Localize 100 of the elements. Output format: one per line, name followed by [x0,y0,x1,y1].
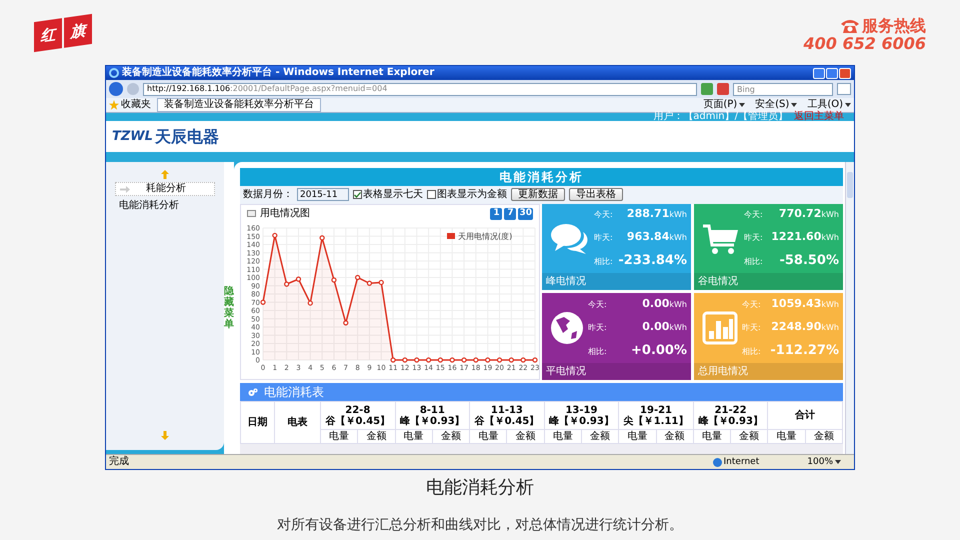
checkbox-label: 表格显示七天 [363,190,423,200]
checkbox-label: 图表显示为金额 [437,190,507,200]
security-zone: Internet [724,458,760,466]
toolbar-button[interactable]: 导出表格 [569,188,623,202]
stat-unit: kWh [821,232,839,244]
hotline-label: 服务热线 [862,18,926,34]
globe-icon [712,458,722,466]
stat-value: -58.50% [779,252,839,270]
caret-icon [739,103,746,107]
table-header: 合计 [768,402,842,430]
browser-tab[interactable]: 装备制造业设备能耗效率分析平台 [157,98,321,112]
command-menu[interactable]: 安全(S) [755,100,798,110]
data-point [366,280,372,286]
caret-icon [791,103,798,107]
stat-unit: kWh [669,209,687,222]
stat-label: 今天: [742,299,761,312]
stat-label: 今天: [588,299,607,312]
maximize-button[interactable] [826,68,838,78]
table-title: 电能消耗表 [264,384,324,402]
url-path: :20001/DefaultPage.aspx?menuid=004 [230,83,388,95]
stat-value: 770.72 [778,206,822,222]
table-header: 11-13 谷【￥0.45】 [470,402,544,430]
stat-value: -233.84% [618,252,687,270]
telephone-icon [840,18,860,34]
globe-icon [550,311,584,346]
stat-value: 963.84 [626,228,670,245]
star-icon [109,100,119,110]
sidebar-item[interactable]: 耗能分析 [115,182,215,196]
data-point [284,281,290,287]
sidebar-item[interactable]: 电能消耗分析 [115,199,215,213]
data-point [378,280,384,285]
status-text: 完成 [109,457,129,467]
address-field[interactable]: http://192.168.1.106:20001/DefaultPage.aspx?menuid=004 [143,82,697,96]
search-button[interactable] [837,83,851,95]
tile-label: 谷电情况 [698,274,738,290]
stat-unit: kWh [821,322,839,334]
stat-label: 昨天: [588,322,607,334]
data-point [355,274,360,280]
stat-value: 2248.90 [771,318,822,335]
panel-title: 电能消耗分析 [500,169,584,186]
table-header: 13-19 峰【￥0.93】 [544,402,619,430]
company-name: 天辰电器 [154,126,219,148]
command-menu[interactable]: 页面(P) [703,100,746,110]
speech-bubbles-icon [550,222,590,256]
stat-label: 相比: [742,346,761,358]
minimize-button[interactable] [813,68,825,78]
shopping-cart-icon [702,222,740,255]
up-arrow-icon [161,170,169,179]
checkbox[interactable] [353,190,362,200]
window-title: 装备制造业设备能耗效率分析平台 - Windows Internet Explorer [122,68,434,78]
caret-icon [845,103,851,107]
tile-label: 峰电情况 [546,274,586,290]
search-field[interactable]: Bing [733,82,833,96]
close-button[interactable] [839,68,851,78]
stat-value: -112.27% [770,342,839,360]
stat-value: 1059.43 [771,296,822,312]
stat-label: 昨天: [744,232,763,244]
arrow-icon [120,186,130,192]
stat-unit: kWh [669,322,687,334]
toolbar-button[interactable]: 更新数据 [511,188,565,202]
stat-value: 0.00 [642,318,670,335]
range-button[interactable]: 30 [518,208,533,220]
chart-icon [247,210,256,218]
zoom-control[interactable]: 100% [807,458,841,466]
data-point [308,300,313,306]
logo-character: 红 [34,18,62,52]
back-button[interactable] [109,82,123,96]
tile-label: 平电情况 [546,364,586,380]
table-header: 21-22 峰【￥0.93】 [693,402,768,430]
down-arrow-icon [161,431,169,440]
range-button[interactable]: 7 [504,208,516,220]
user-info: 用户：【admin】/【管理员】 [653,112,788,122]
caption-text: 对所有设备进行汇总分析和曲线对比，对总体情况进行统计分析。 [277,516,683,535]
stat-unit: kWh [669,232,687,244]
month-field[interactable]: 2015-11 [297,188,349,202]
stat-label: 今天: [594,209,613,222]
stat-label: 相比: [588,346,607,358]
caret-icon [835,460,841,464]
table-header: 22-8 谷【￥0.45】 [320,402,396,430]
stat-label: 相比: [594,256,613,268]
logo-character: 旗 [64,14,92,48]
stat-label: 今天: [744,209,763,222]
stat-unit: kWh [669,299,687,312]
hide-menu-toggle[interactable]: 隐藏菜单 [224,286,234,330]
command-menu[interactable]: 工具(O) [807,100,851,110]
legend-label: 天用电情况(度) [458,232,512,241]
stat-label: 相比: [744,256,763,268]
browser-icon [109,68,119,78]
stat-value: +0.00% [631,342,687,360]
data-point [343,320,348,326]
checkbox[interactable] [427,190,436,200]
caption-title: 电能消耗分析 [426,476,534,500]
favorites-button[interactable]: 收藏夹 [109,100,151,110]
table-header: 8-11 峰【￥0.93】 [395,402,470,430]
range-button[interactable]: 1 [490,208,502,220]
hotline-number: 400 652 6006 [804,36,926,52]
data-point [296,276,302,282]
chart-title: 用电情况图 [260,208,310,219]
data-point [331,277,337,282]
stat-unit: kWh [821,209,839,222]
